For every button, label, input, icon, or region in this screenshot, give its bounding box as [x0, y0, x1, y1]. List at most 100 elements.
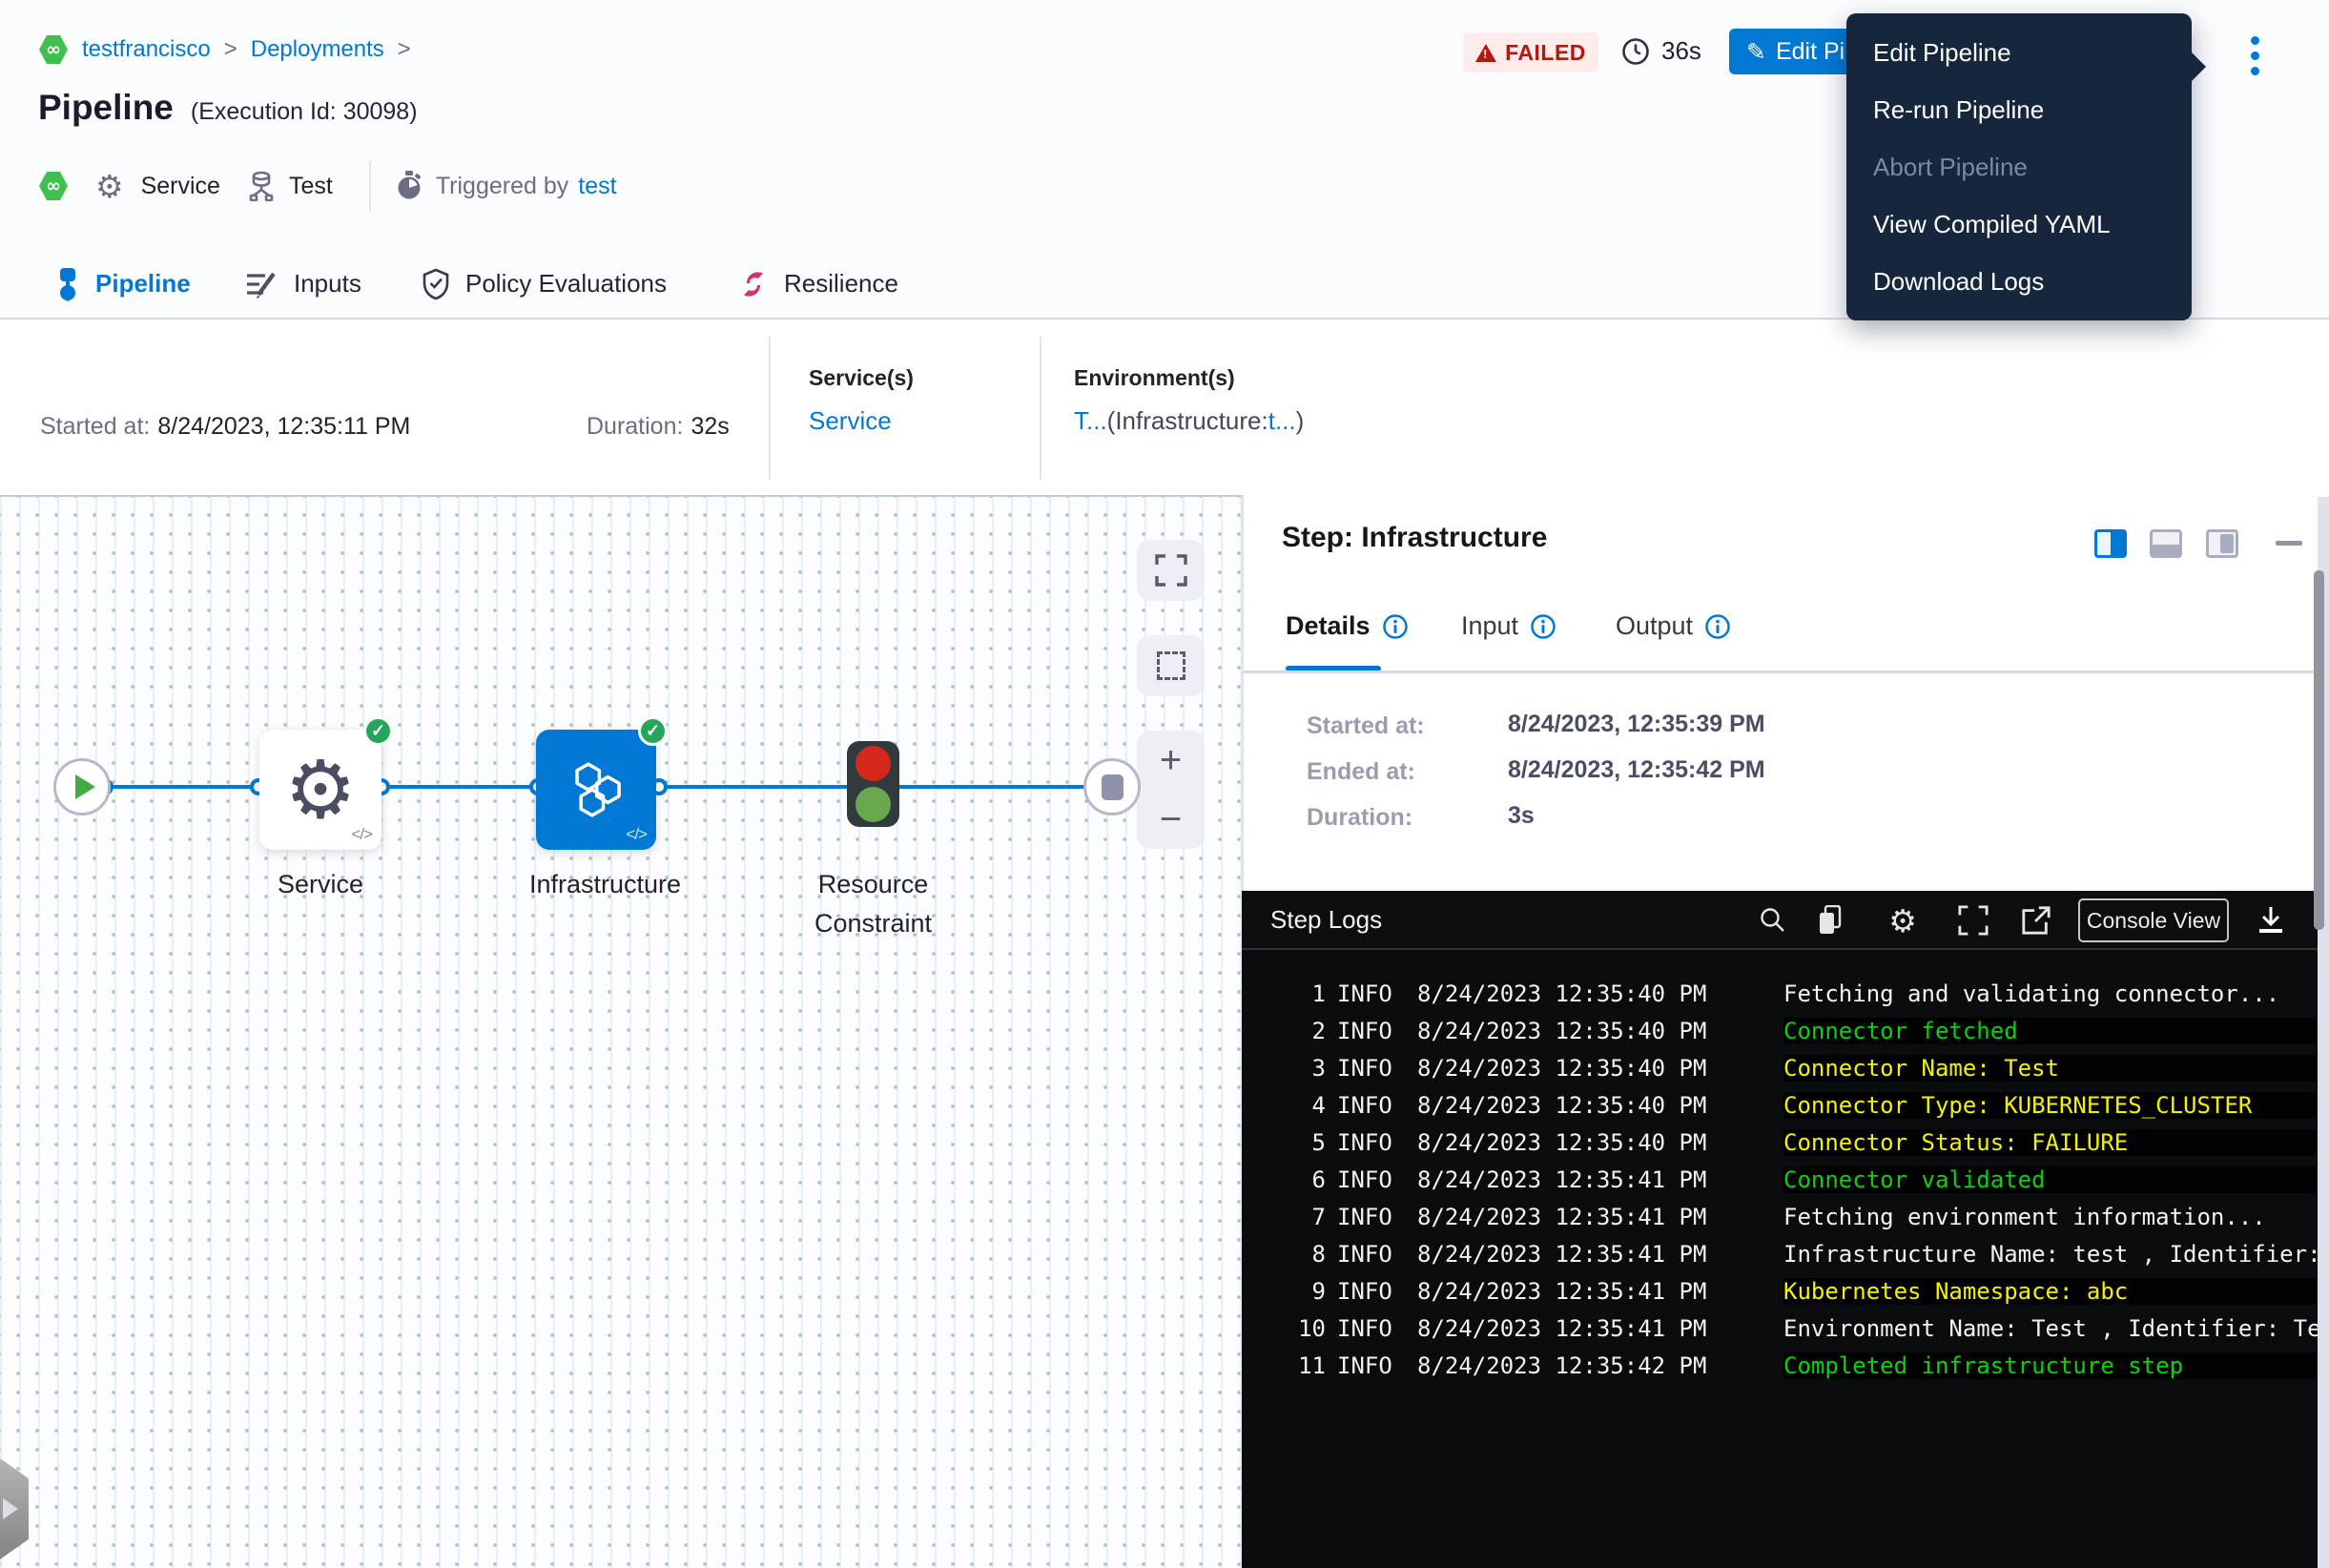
log-row: 1INFO8/24/2023 12:35:40 PMFetching and v…: [1242, 975, 2329, 1012]
resilience-swirl-icon: [738, 269, 769, 299]
start-node[interactable]: [53, 758, 111, 815]
traffic-light-red: [855, 746, 891, 781]
edit-button-label: Edit Pi: [1776, 38, 1845, 66]
layout-split-view-icon[interactable]: [2094, 529, 2127, 558]
title-row: Pipeline (Execution Id: 30098): [38, 88, 418, 128]
console-title: Step Logs: [1270, 905, 1382, 935]
info-icon[interactable]: [1530, 613, 1556, 640]
open-in-new-icon[interactable]: [2020, 904, 2052, 937]
environment-link[interactable]: T...: [1074, 406, 1107, 435]
svg-text:∞: ∞: [46, 175, 61, 196]
infrastructure-link[interactable]: t...: [1268, 406, 1296, 435]
duration-indicator: 36s: [1621, 36, 1701, 66]
breadcrumb-separator: >: [224, 36, 237, 63]
breadcrumb-separator: >: [398, 36, 411, 63]
service-link[interactable]: Service: [809, 406, 914, 436]
menu-item-abort-pipeline: Abort Pipeline: [1846, 151, 2192, 183]
field-started-value: 8/24/2023, 12:35:39 PM: [1508, 711, 1765, 738]
info-icon[interactable]: [1704, 613, 1731, 640]
more-options-kebab-icon[interactable]: [2243, 34, 2266, 76]
stage-summary: deploy Started at: 8/24/2023, 12:35:11 P…: [0, 320, 2329, 495]
stop-icon: [1102, 774, 1123, 800]
tab-input[interactable]: Input: [1461, 611, 1556, 641]
pipeline-tab-icon: [55, 267, 80, 301]
tab-inputs[interactable]: Inputs: [246, 250, 361, 318]
menu-item-edit-pipeline[interactable]: Edit Pipeline: [1846, 36, 2192, 69]
log-row: 10INFO8/24/2023 12:35:41 PMEnvironment N…: [1242, 1310, 2329, 1347]
tab-policy-evaluations-label: Policy Evaluations: [465, 269, 667, 299]
infrastructure-node-label: Infrastructure: [529, 865, 663, 904]
settings-gear-icon[interactable]: ⚙: [1886, 904, 1919, 937]
breadcrumb-deployments-link[interactable]: Deployments: [251, 36, 384, 63]
environments-column-label: Environment(s): [1074, 365, 1304, 391]
download-logs-icon[interactable]: [2255, 904, 2287, 937]
field-ended-label: Ended at:: [1307, 758, 1415, 786]
expand-arrow-icon: [3, 1498, 18, 1519]
log-row: 3INFO8/24/2023 12:35:40 PMConnector Name…: [1242, 1049, 2329, 1086]
zoom-out-button[interactable]: −: [1160, 800, 1182, 838]
breadcrumb: ∞ testfrancisco > Deployments >: [38, 34, 411, 65]
log-row: 9INFO8/24/2023 12:35:41 PMKubernetes Nam…: [1242, 1272, 2329, 1310]
panel-scrollbar-thumb[interactable]: [2314, 570, 2324, 930]
tab-input-label: Input: [1461, 611, 1518, 641]
canvas-select-button[interactable]: [1137, 635, 1205, 696]
page-title: Pipeline: [38, 88, 174, 128]
console-view-button[interactable]: Console View: [2078, 898, 2229, 942]
detail-tabs-border: [1244, 671, 2329, 673]
canvas-zoom-panel: + −: [1137, 731, 1205, 849]
zoom-in-button[interactable]: +: [1160, 741, 1182, 779]
fullscreen-icon[interactable]: [1957, 904, 1989, 937]
tab-output[interactable]: Output: [1616, 611, 1731, 641]
minimize-panel-icon[interactable]: [2276, 541, 2302, 546]
triggered-by-link[interactable]: test: [578, 173, 616, 200]
svg-text:∞: ∞: [46, 39, 61, 60]
meta-service-label: Service: [141, 173, 220, 200]
duration-value: 36s: [1661, 36, 1701, 66]
field-started-label: Started at:: [1307, 712, 1425, 740]
canvas-fullscreen-button[interactable]: [1137, 540, 1205, 601]
pipeline-logo-icon: ∞: [38, 171, 69, 201]
status-badge: FAILED: [1463, 32, 1598, 72]
tab-pipeline[interactable]: Pipeline: [55, 250, 191, 318]
tab-policy-evaluations[interactable]: Policy Evaluations: [422, 250, 667, 318]
tab-resilience[interactable]: Resilience: [738, 250, 898, 318]
service-node-label: Service: [259, 865, 381, 904]
step-logs-console: Step Logs ⚙ Console View 1INFO8/24/2023 …: [1242, 891, 2329, 1568]
environment-infra-text: (Infrastructure:: [1107, 406, 1268, 435]
log-row: 6INFO8/24/2023 12:35:41 PMConnector vali…: [1242, 1161, 2329, 1198]
console-header: Step Logs ⚙ Console View: [1242, 891, 2329, 950]
service-node[interactable]: ⚙ ✓ </>: [259, 730, 381, 850]
expand-left-panel-handle[interactable]: [0, 1458, 29, 1559]
service-gear-icon: ⚙: [95, 171, 124, 202]
stage-duration-value: 32s: [690, 413, 729, 441]
stage-duration-label: Duration:: [587, 413, 683, 441]
log-row: 11INFO8/24/2023 12:35:42 PMCompleted inf…: [1242, 1347, 2329, 1384]
breadcrumb-project-link[interactable]: testfrancisco: [82, 36, 211, 63]
field-duration-value: 3s: [1508, 802, 1535, 830]
search-icon[interactable]: [1757, 904, 1789, 937]
project-logo-icon: ∞: [38, 34, 69, 65]
field-duration-label: Duration:: [1307, 804, 1412, 832]
infrastructure-node[interactable]: ✓ </>: [536, 730, 656, 850]
pencil-icon: ✎: [1746, 38, 1766, 66]
infrastructure-hexagons-icon: [567, 762, 626, 817]
layout-right-view-icon[interactable]: [2206, 529, 2238, 558]
menu-item-rerun-pipeline[interactable]: Re-run Pipeline: [1846, 93, 2192, 126]
environment-close-paren: ): [1296, 406, 1305, 435]
started-at-label: Started at:: [40, 413, 150, 441]
end-node[interactable]: [1083, 758, 1141, 815]
info-icon[interactable]: [1382, 613, 1409, 640]
status-badge-label: FAILED: [1505, 40, 1586, 66]
layout-bottom-view-icon[interactable]: [2150, 529, 2182, 558]
play-icon: [75, 774, 95, 799]
menu-item-download-logs[interactable]: Download Logs: [1846, 265, 2192, 298]
menu-item-view-compiled-yaml[interactable]: View Compiled YAML: [1846, 208, 2192, 240]
step-panel-title: Step: Infrastructure: [1282, 522, 1547, 554]
log-row: 8INFO8/24/2023 12:35:41 PMInfrastructure…: [1242, 1235, 2329, 1272]
tab-details[interactable]: Details: [1286, 611, 1409, 641]
copy-icon[interactable]: [1814, 904, 1846, 937]
tab-output-label: Output: [1616, 611, 1693, 641]
resource-constraint-node[interactable]: [847, 741, 899, 827]
pipeline-canvas[interactable]: + − ⚙ ✓ </> Service ✓: [0, 495, 1242, 1568]
tab-inputs-label: Inputs: [294, 269, 361, 299]
